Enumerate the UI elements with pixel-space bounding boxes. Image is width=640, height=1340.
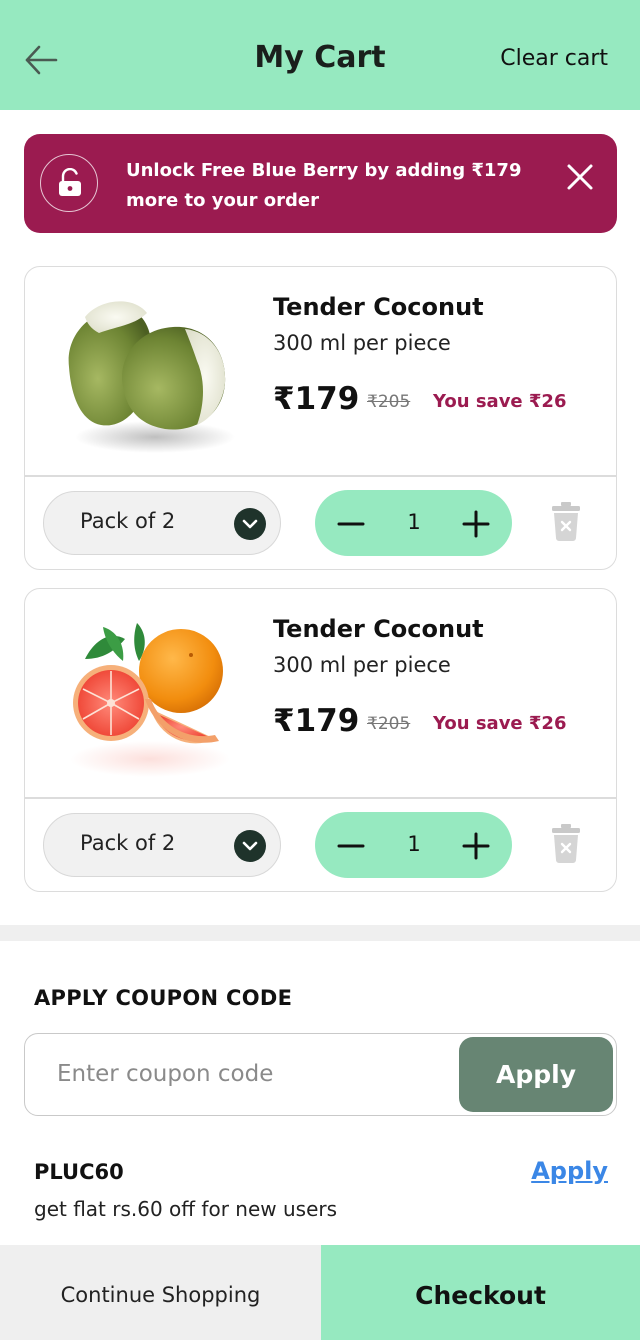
close-icon[interactable] (565, 162, 595, 192)
item-quantity-label: 300 ml per piece (273, 331, 451, 355)
section-divider (0, 925, 640, 941)
unlock-icon (40, 154, 98, 212)
item-savings: You save ₹26 (433, 713, 567, 734)
quantity-stepper: 1 (315, 812, 512, 878)
pack-size-label: Pack of 2 (80, 831, 176, 855)
offer-banner: Unlock Free Blue Berry by adding ₹179 mo… (24, 134, 617, 233)
minus-icon[interactable] (337, 510, 365, 538)
item-quantity-label: 300 ml per piece (273, 653, 451, 677)
cart-item: Tender Coconut 300 ml per piece ₹179 ₹20… (24, 588, 617, 892)
grapefruit-image (55, 609, 235, 779)
coupon-input[interactable] (57, 1056, 447, 1092)
pack-size-dropdown[interactable]: Pack of 2 (43, 813, 281, 877)
quantity-value: 1 (407, 510, 421, 534)
offer-code: PLUC60 (34, 1160, 124, 1184)
coupon-field: Apply (24, 1033, 617, 1116)
clear-cart-button[interactable]: Clear cart (500, 46, 608, 71)
continue-shopping-label: Continue Shopping (60, 1283, 261, 1307)
apply-offer-link[interactable]: Apply (531, 1157, 608, 1185)
coupon-heading: APPLY COUPON CODE (34, 986, 293, 1010)
item-savings: You save ₹26 (433, 391, 567, 412)
plus-icon[interactable] (462, 510, 490, 538)
trash-icon[interactable] (551, 823, 581, 863)
pack-size-dropdown[interactable]: Pack of 2 (43, 491, 281, 555)
card-divider (25, 475, 616, 477)
minus-icon[interactable] (337, 832, 365, 860)
item-price: ₹179 (273, 381, 360, 417)
apply-coupon-button[interactable]: Apply (459, 1037, 613, 1112)
continue-shopping-button[interactable]: Continue Shopping (0, 1245, 321, 1340)
card-divider (25, 797, 616, 799)
offer-description: get flat rs.60 off for new users (34, 1197, 338, 1221)
quantity-stepper: 1 (315, 490, 512, 556)
header-bar: My Cart Clear cart (0, 0, 640, 110)
pack-size-label: Pack of 2 (80, 509, 176, 533)
chevron-down-icon (234, 508, 266, 540)
chevron-down-icon (234, 830, 266, 862)
item-name: Tender Coconut (273, 615, 484, 643)
item-mrp: ₹205 (367, 392, 411, 412)
checkout-label: Checkout (415, 1281, 546, 1310)
banner-message: Unlock Free Blue Berry by adding ₹179 mo… (126, 160, 522, 211)
tender-coconut-image (55, 287, 235, 457)
plus-icon[interactable] (462, 832, 490, 860)
quantity-value: 1 (407, 832, 421, 856)
cart-item: Tender Coconut 300 ml per piece ₹179 ₹20… (24, 266, 617, 570)
item-price: ₹179 (273, 703, 360, 739)
trash-icon[interactable] (551, 501, 581, 541)
item-name: Tender Coconut (273, 293, 484, 321)
item-mrp: ₹205 (367, 714, 411, 734)
checkout-button[interactable]: Checkout (321, 1245, 640, 1340)
